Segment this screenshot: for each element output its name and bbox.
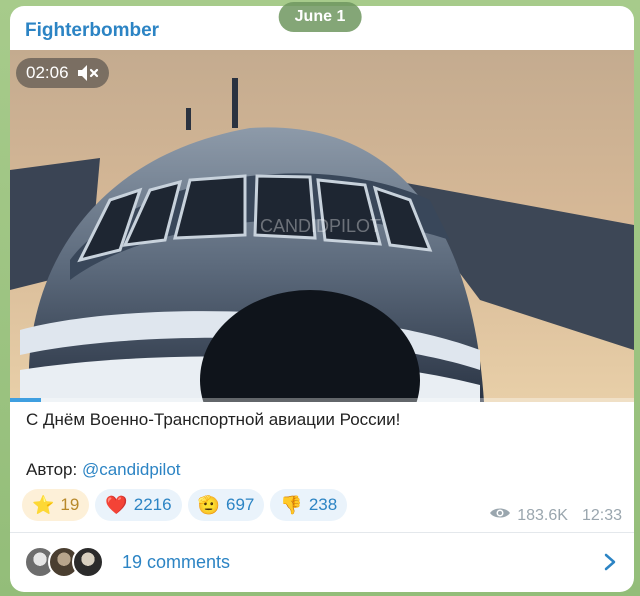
- reaction-heart[interactable]: ❤️ 2216: [95, 489, 182, 521]
- star-icon: ⭐: [32, 495, 55, 515]
- reaction-thumbs-down[interactable]: 👎 238: [270, 489, 348, 521]
- reactions-bar: ⭐ 19 ❤️ 2216 🫡 697 👎 238: [22, 489, 348, 521]
- reaction-salute[interactable]: 🫡 697: [187, 489, 265, 521]
- commenter-avatars: [24, 546, 104, 578]
- message-text: С Днём Военно-Транспортной авиации Росси…: [26, 410, 401, 429]
- reaction-count: 2216: [133, 495, 172, 514]
- view-count: 183.6K: [517, 506, 568, 524]
- message-time: 12:33: [581, 506, 622, 524]
- author-line: Автор: @candidpilot: [26, 460, 181, 480]
- reaction-count: 697: [226, 495, 255, 514]
- message-meta: 183.6K 12:33: [489, 506, 622, 525]
- video-player[interactable]: CANDIDPILOT 02:06: [10, 50, 634, 402]
- chevron-right-icon: [604, 553, 616, 576]
- pointing-hand-icon: 🫡: [197, 495, 221, 515]
- comments-label: 19 comments: [122, 551, 231, 572]
- comments-button[interactable]: 19 comments: [10, 533, 634, 591]
- video-time-badge[interactable]: 02:06: [16, 58, 109, 88]
- reaction-count: 19: [60, 495, 80, 514]
- author-link[interactable]: @candidpilot: [82, 460, 181, 479]
- reaction-count: 238: [308, 495, 338, 514]
- avatar: [72, 546, 104, 578]
- video-watermark: CANDIDPILOT: [260, 216, 381, 236]
- heart-icon: ❤️: [105, 495, 128, 515]
- author-prefix: Автор:: [26, 460, 78, 479]
- aircraft-video-frame: CANDIDPILOT: [10, 50, 634, 402]
- reaction-star[interactable]: ⭐ 19: [22, 489, 90, 521]
- message-card: Fighterbomber CANDIDPILOT 02:06 С Днём В…: [10, 6, 634, 592]
- channel-name[interactable]: Fighterbomber: [25, 20, 159, 42]
- eye-icon: [489, 506, 511, 525]
- video-progress-fill: [10, 398, 42, 402]
- video-time: 02:06: [26, 63, 69, 82]
- muted-speaker-icon[interactable]: [77, 64, 99, 82]
- thumbs-down-icon: 👎: [280, 495, 303, 515]
- date-pill: June 1: [278, 2, 362, 32]
- video-progress-bar[interactable]: [10, 398, 634, 402]
